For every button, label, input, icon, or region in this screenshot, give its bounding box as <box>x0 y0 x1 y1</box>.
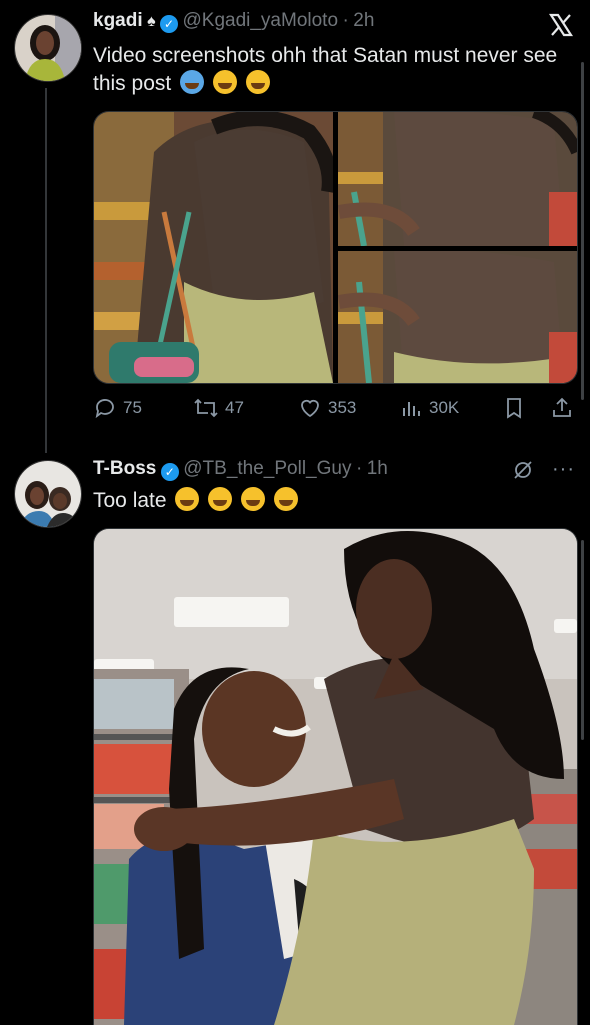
repost-count: 47 <box>225 398 244 417</box>
timestamp[interactable]: 1h <box>367 458 388 479</box>
rolling-on-the-floor-laughing-icon <box>175 487 200 511</box>
reply-button[interactable]: 75 <box>93 396 142 420</box>
thread-connector-line <box>45 88 47 453</box>
avatar-photo <box>15 461 81 527</box>
display-name[interactable]: kgadi <box>93 10 143 31</box>
tweet-2-header: T-Boss ✓ @TB_the_Poll_Guy · 1h <box>93 458 388 481</box>
more-options-icon[interactable]: ··· <box>552 458 575 481</box>
media-photo-top-right <box>337 112 577 247</box>
handle[interactable]: @TB_the_Poll_Guy <box>183 458 351 479</box>
verified-badge-icon[interactable]: ✓ <box>160 463 179 481</box>
face-with-tears-of-joy-icon <box>273 487 298 511</box>
display-name[interactable]: T-Boss <box>93 458 156 479</box>
media-photo <box>94 529 577 1025</box>
tweet-text: Video screenshots ohh that Satan must ne… <box>93 44 558 95</box>
x-logo-icon <box>548 13 574 37</box>
grok-icon <box>514 461 532 479</box>
loudly-crying-face-icon <box>180 70 205 94</box>
share-icon <box>553 397 571 417</box>
scrollbar-thumb[interactable] <box>581 62 584 400</box>
reply-icon <box>95 399 114 419</box>
share-button[interactable] <box>551 396 573 425</box>
avatar[interactable] <box>14 460 82 528</box>
tweet-1-media-grid[interactable] <box>93 111 578 384</box>
face-with-tears-of-joy-icon <box>208 487 233 511</box>
handle[interactable]: @Kgadi_yaMoloto <box>182 10 338 31</box>
media-photo-left <box>94 112 338 383</box>
tweet-text: Too late <box>93 489 167 512</box>
heart-icon <box>301 399 319 418</box>
like-button[interactable]: 353 <box>298 396 356 420</box>
views-count: 30K <box>429 398 460 417</box>
tweet-1-action-bar: 75 47 353 30K <box>93 396 576 422</box>
bookmark-icon <box>507 398 521 419</box>
reply-count: 75 <box>123 398 142 417</box>
scrollbar-thumb[interactable] <box>581 540 584 740</box>
avatar-photo <box>15 15 81 81</box>
x-close-button[interactable] <box>548 12 574 43</box>
separator: · <box>355 458 363 479</box>
media-photo-bottom-right <box>337 249 577 383</box>
bookmark-button[interactable] <box>503 396 525 425</box>
repost-button[interactable]: 47 <box>193 396 244 420</box>
like-count: 353 <box>328 398 357 417</box>
repost-icon <box>194 398 218 418</box>
separator: · <box>342 10 349 31</box>
spade-icon: ♠ <box>147 13 156 30</box>
grok-button[interactable] <box>512 459 534 486</box>
timestamp[interactable]: 2h <box>353 10 374 31</box>
tweet-1-text: Video screenshots ohh that Satan must ne… <box>93 42 573 98</box>
tweet-1-header: kgadi ♠ ✓ @Kgadi_yaMoloto · 2h <box>93 10 374 33</box>
avatar[interactable] <box>14 14 82 82</box>
views-chart-icon <box>403 402 420 416</box>
pleading-face-icon <box>245 70 270 94</box>
face-with-tears-of-joy-icon <box>212 70 237 94</box>
face-with-tears-of-joy-icon <box>241 487 266 511</box>
tweet-2-media[interactable] <box>93 528 578 1025</box>
views-button[interactable]: 30K <box>401 396 459 420</box>
tweet-2-text: Too late <box>93 487 298 515</box>
media-image-grid <box>94 112 577 383</box>
verified-badge-icon[interactable]: ✓ <box>160 15 179 33</box>
